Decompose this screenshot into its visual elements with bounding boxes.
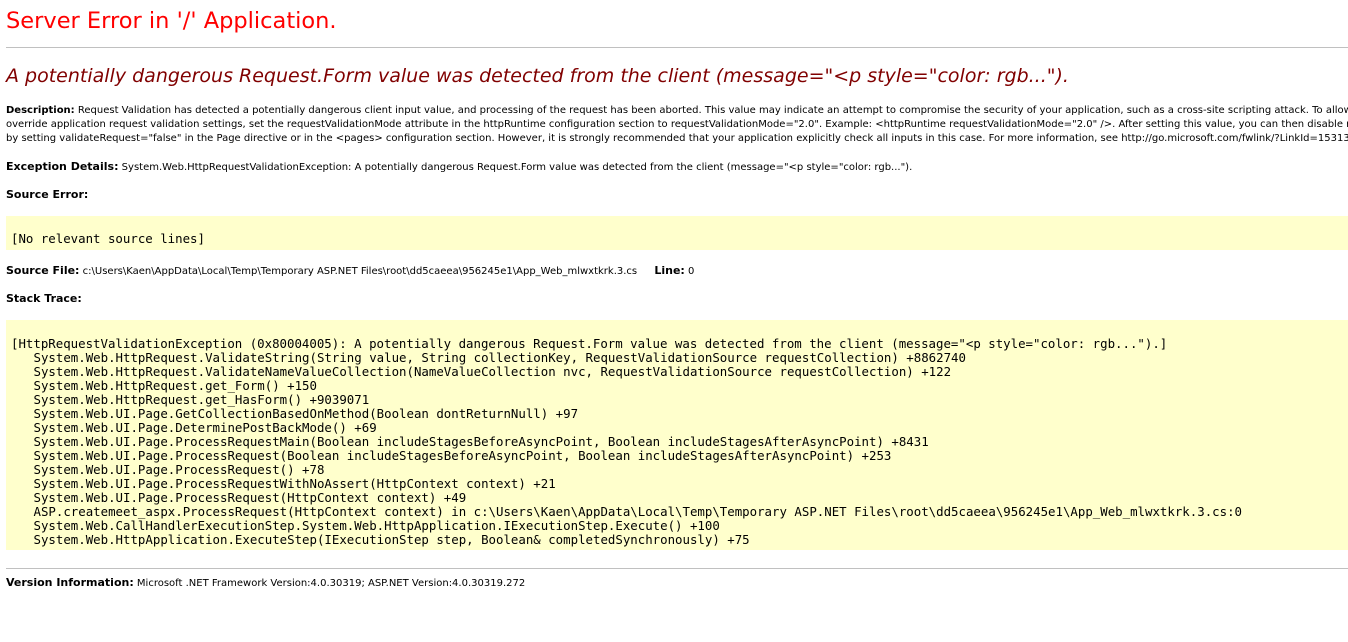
source-file-info: Source File: c:\Users\Kaen\AppData\Local…	[6, 264, 694, 279]
source-error-text: [No relevant source lines]	[11, 231, 205, 246]
line-label: Line:	[654, 264, 685, 277]
stack-trace-label: Stack Trace:	[6, 292, 82, 305]
stack-frame: System.Web.HttpRequest.get_Form() +150	[33, 378, 317, 393]
description-line-1: Description: Request Validation has dete…	[6, 104, 1348, 118]
stack-trace-header: [HttpRequestValidationException (0x80004…	[11, 336, 1168, 351]
stack-frame: System.Web.UI.Page.ProcessRequestWithNoA…	[33, 476, 556, 491]
stack-frame: System.Web.UI.Page.GetCollectionBasedOnM…	[33, 406, 579, 421]
source-error-label: Source Error:	[6, 188, 89, 201]
description-text-1: Request Validation has detected a potent…	[77, 105, 1348, 116]
exception-details-label: Exception Details:	[6, 160, 119, 173]
stack-frame: System.Web.CallHandlerExecutionStep.Syst…	[33, 518, 720, 533]
source-file-path: c:\Users\Kaen\AppData\Local\Temp\Tempora…	[82, 266, 638, 277]
stack-frame: System.Web.UI.Page.ProcessRequest() +78	[33, 462, 325, 477]
stack-frame: System.Web.HttpApplication.ExecuteStep(I…	[33, 532, 750, 547]
stack-frame: System.Web.UI.Page.ProcessRequest(Boolea…	[33, 448, 892, 463]
stack-frame: System.Web.UI.Page.DeterminePostBackMode…	[33, 420, 377, 435]
line-value: 0	[688, 266, 695, 277]
source-file-label: Source File:	[6, 264, 80, 277]
bottom-divider	[6, 568, 1348, 569]
page-title: Server Error in '/' Application.	[6, 8, 337, 34]
top-divider	[6, 47, 1348, 48]
description-text-2: override application request validation …	[6, 119, 1348, 130]
description-text-3: by setting validateRequest="false" in th…	[6, 133, 1348, 144]
stack-frame: System.Web.UI.Page.ProcessRequest(HttpCo…	[33, 490, 467, 505]
description-label: Description:	[6, 105, 75, 116]
stack-frame: System.Web.UI.Page.ProcessRequestMain(Bo…	[33, 434, 929, 449]
version-info: Version Information: Microsoft .NET Fram…	[6, 576, 525, 591]
exception-details: Exception Details: System.Web.HttpReques…	[6, 160, 912, 175]
stack-frame: System.Web.HttpRequest.ValidateNameValue…	[33, 364, 952, 379]
stack-frame: System.Web.HttpRequest.ValidateString(St…	[33, 350, 966, 365]
version-info-text: Microsoft .NET Framework Version:4.0.303…	[136, 578, 526, 589]
exception-details-text: System.Web.HttpRequestValidationExceptio…	[121, 162, 913, 173]
version-info-label: Version Information:	[6, 576, 134, 589]
error-heading: A potentially dangerous Request.Form val…	[6, 65, 1069, 87]
stack-trace-box: [HttpRequestValidationException (0x80004…	[6, 320, 1348, 550]
stack-frame: System.Web.HttpRequest.get_HasForm() +90…	[33, 392, 370, 407]
description-section: Description: Request Validation has dete…	[6, 104, 1348, 146]
stack-frame: ASP.createmeet_aspx.ProcessRequest(HttpC…	[33, 504, 1243, 519]
source-error-box: [No relevant source lines]	[6, 216, 1348, 250]
